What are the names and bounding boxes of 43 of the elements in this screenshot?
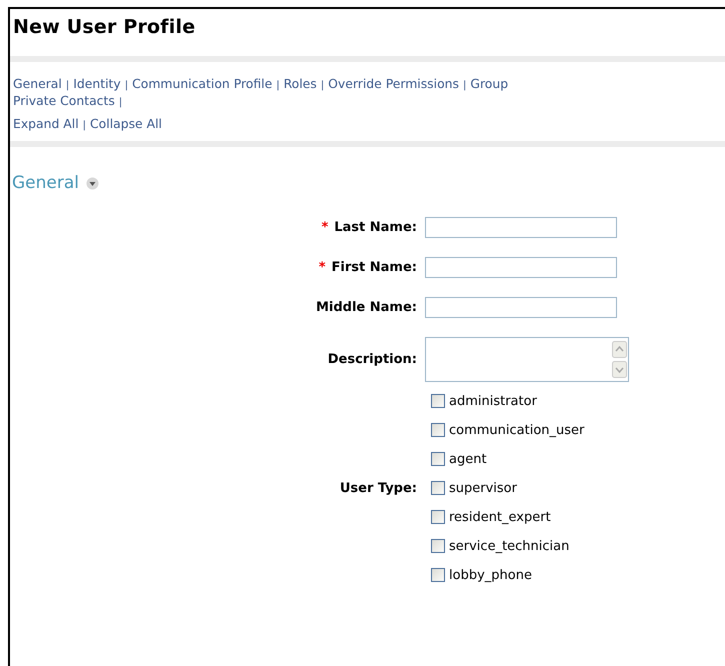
checkbox-label: lobby_phone [449,568,532,582]
nav-link[interactable]: Expand All [13,116,79,131]
nav-link[interactable]: Collapse All [90,116,162,131]
text-field[interactable] [425,217,617,238]
text-field[interactable] [425,297,617,318]
checkbox[interactable] [431,394,445,408]
separator: | [124,80,128,91]
required-mark: * [321,220,328,235]
checkbox[interactable] [431,423,445,437]
separator: | [66,80,70,91]
nav-link[interactable]: General [13,76,62,91]
checkbox[interactable] [431,568,445,582]
checkbox[interactable] [431,481,445,495]
separator: | [320,80,324,91]
nav-link[interactable]: Roles [284,76,317,91]
checkbox-label: communication_user [449,422,584,438]
field-label: Last Name: [334,220,417,235]
nav-link[interactable]: Identity [73,76,121,91]
section-title: General [12,173,79,193]
collapse-icon[interactable] [86,176,99,190]
field-label: First Name: [332,260,417,275]
checkbox-label: supervisor [449,480,517,496]
separator: | [276,80,280,91]
checkbox-label: administrator [449,394,537,408]
field-label: Description: [328,352,417,367]
checkbox[interactable] [431,510,445,524]
page-title: New User Profile [12,15,196,40]
field-label: Middle Name: [316,300,417,315]
nav-link[interactable]: Override Permissions [328,76,459,91]
separator: | [82,120,86,131]
text-field[interactable] [425,257,617,278]
field-label: User Type: [340,480,417,496]
separator: | [118,97,122,108]
checkbox[interactable] [431,452,445,466]
checkbox[interactable] [431,539,445,553]
separator: | [462,80,466,91]
required-mark: * [318,260,326,275]
nav-link[interactable]: Communication Profile [132,76,272,91]
checkbox-label: service_technician [449,538,570,554]
nav-link[interactable]: Private Contacts [13,93,115,108]
nav-link[interactable]: Group [470,76,508,91]
checkbox-label: resident_expert [449,510,551,524]
checkbox-label: agent [449,452,487,466]
